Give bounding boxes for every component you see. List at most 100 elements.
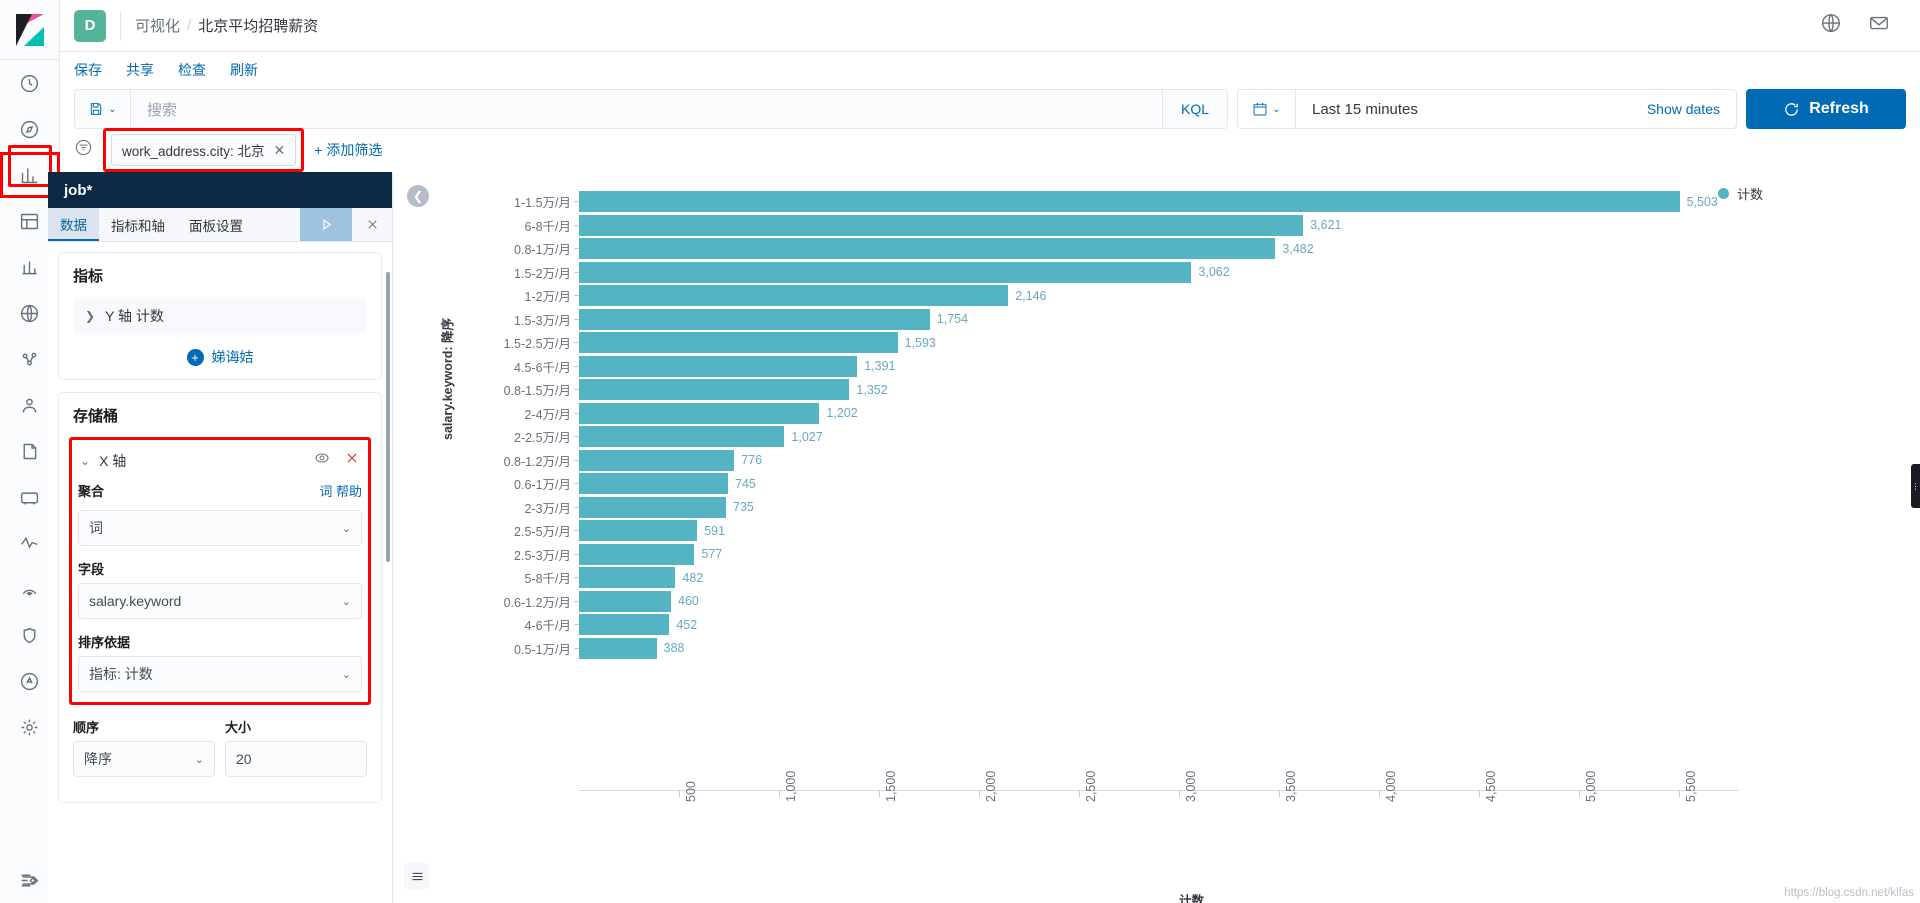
chevron-right-icon: ❯ (85, 309, 96, 323)
bar-row: 2-4万/月 1,202 (524, 402, 1739, 426)
order-by-select[interactable]: 指标: 计数 ⌄ (78, 656, 362, 692)
aggregation-label: 聚合 (78, 484, 105, 499)
order-by-label: 排序依据 (78, 635, 131, 650)
y-axis-tick-label: 1-2万/月 (524, 290, 571, 305)
y-axis-tick (574, 600, 579, 602)
discover-icon[interactable] (0, 106, 60, 152)
chevron-down-icon: ⌄ (341, 668, 351, 681)
add-filter-button[interactable]: + 添加筛选 (314, 140, 382, 160)
y-axis-tick-label: 1.5-2万/月 (514, 266, 571, 281)
aggregation-value: 词 (89, 520, 103, 536)
bar-row: 0.8-1.5万/月 1,352 (504, 378, 1739, 402)
x-axis-tick-label: 500 (684, 781, 698, 802)
size-value: 20 (236, 751, 252, 767)
bar[interactable] (579, 473, 728, 495)
bar[interactable] (579, 449, 735, 471)
bar[interactable] (579, 543, 695, 565)
filter-pill[interactable]: work_address.city: 北京 ✕ (111, 134, 297, 166)
bar[interactable] (579, 379, 850, 401)
bar[interactable] (579, 402, 820, 424)
x-axis-bucket-header[interactable]: ⌄ X 轴 (78, 446, 362, 481)
close-editor-button[interactable] (352, 208, 392, 241)
chevron-down-icon: ⌄ (80, 453, 91, 468)
chevron-down-icon: ⌄ (341, 522, 351, 535)
bar[interactable] (579, 191, 1680, 213)
aggregation-select[interactable]: 词 ⌄ (78, 510, 362, 546)
bar[interactable] (579, 332, 898, 354)
refresh-button[interactable]: Refresh (1746, 89, 1906, 129)
order-label: 顺序 (73, 720, 100, 735)
tab-panel-settings[interactable]: 面板设置 (177, 208, 255, 241)
aggregation-help-link[interactable]: 词 帮助 (319, 481, 362, 500)
news-feed-icon[interactable] (1868, 12, 1890, 39)
metric-y-axis-row[interactable]: ❯ Y 轴 计数 (73, 297, 367, 335)
refresh-link[interactable]: 刷新 (230, 60, 258, 80)
editor-action-bar: 保存 共享 检查 刷新 (60, 52, 1920, 88)
calendar-icon[interactable]: ⌄ (1238, 90, 1296, 128)
y-axis-tick-label: 6-8千/月 (524, 219, 571, 234)
bar-row: 6-8千/月 3,621 (524, 214, 1739, 238)
x-axis-tick (1679, 791, 1680, 797)
tab-data[interactable]: 数据 (48, 208, 99, 241)
date-range-value[interactable]: Last 15 minutes (1296, 101, 1647, 118)
bar[interactable] (579, 261, 1192, 283)
y-axis-tick (574, 647, 579, 649)
bar[interactable] (579, 614, 670, 636)
index-pattern-title: job* (48, 172, 392, 208)
bar[interactable] (579, 214, 1304, 236)
field-select[interactable]: salary.keyword ⌄ (78, 583, 362, 619)
size-input[interactable]: 20 (225, 741, 367, 777)
y-axis-tick-label: 2.5-3万/月 (514, 548, 571, 563)
query-bar: ⌄ 搜索 KQL ⌄ Last 15 minutes Show dates Re… (60, 88, 1920, 130)
collapse-editor-icon[interactable]: ❮ (407, 185, 429, 207)
y-axis-tick-label: 1.5-3万/月 (514, 313, 571, 328)
y-axis-tick (574, 295, 579, 297)
space-avatar[interactable]: D (74, 9, 106, 42)
bar[interactable] (579, 426, 785, 448)
toggle-visibility-icon[interactable] (314, 450, 330, 471)
bar[interactable] (579, 567, 676, 589)
right-panel-handle[interactable]: ⋮ (1911, 464, 1920, 508)
bar-row: 0.8-1.2万/月 776 (504, 449, 1739, 473)
order-by-value: 指标: 计数 (89, 666, 153, 682)
bar[interactable] (579, 496, 726, 518)
y-axis-tick-label: 4.5-6千/月 (514, 360, 571, 375)
saved-query-button[interactable]: ⌄ (75, 90, 131, 128)
bar[interactable] (579, 355, 858, 377)
recently-viewed-icon[interactable] (0, 60, 60, 106)
help-icon[interactable] (1820, 12, 1842, 39)
legend-toggle-button[interactable] (404, 863, 430, 889)
bar-value-label: 735 (733, 500, 754, 515)
bar[interactable] (579, 285, 1009, 307)
bar[interactable] (579, 590, 671, 612)
tab-metrics-axes[interactable]: 指标和轴 (99, 208, 177, 241)
editor-scrollbar[interactable] (386, 272, 390, 562)
y-axis-tick-label: 0.8-1万/月 (514, 243, 571, 258)
bar[interactable] (579, 520, 698, 542)
y-axis-tick-label: 0.6-1万/月 (514, 478, 571, 493)
order-select[interactable]: 降序 ⌄ (73, 741, 215, 777)
save-link[interactable]: 保存 (74, 60, 102, 80)
y-axis-tick (574, 224, 579, 226)
bar[interactable] (579, 238, 1276, 260)
y-axis-tick (574, 201, 579, 203)
bar-value-label: 3,482 (1282, 241, 1314, 256)
bar[interactable] (579, 308, 930, 330)
breadcrumb: 可视化 / 北京平均招聘薪资 (135, 15, 318, 36)
search-input[interactable]: 搜索 (131, 99, 1162, 120)
bar[interactable] (579, 637, 657, 659)
breadcrumb-parent[interactable]: 可视化 (135, 15, 180, 36)
filter-options-icon[interactable] (74, 138, 93, 162)
x-axis-tick-label: 1,000 (784, 770, 798, 802)
bar-value-label: 388 (663, 641, 685, 656)
inspect-link[interactable]: 检查 (178, 60, 206, 80)
query-language-button[interactable]: KQL (1161, 90, 1227, 128)
share-link[interactable]: 共享 (126, 60, 154, 80)
apply-changes-button[interactable] (300, 208, 352, 241)
show-dates-button[interactable]: Show dates (1647, 101, 1736, 117)
remove-bucket-icon[interactable] (344, 450, 360, 471)
add-metric-button[interactable]: + 娣诲姞 (73, 347, 367, 367)
filter-remove-icon[interactable]: ✕ (274, 142, 286, 159)
y-axis-title: salary.keyword: 降序 (441, 317, 455, 440)
date-picker: ⌄ Last 15 minutes Show dates (1237, 89, 1737, 129)
